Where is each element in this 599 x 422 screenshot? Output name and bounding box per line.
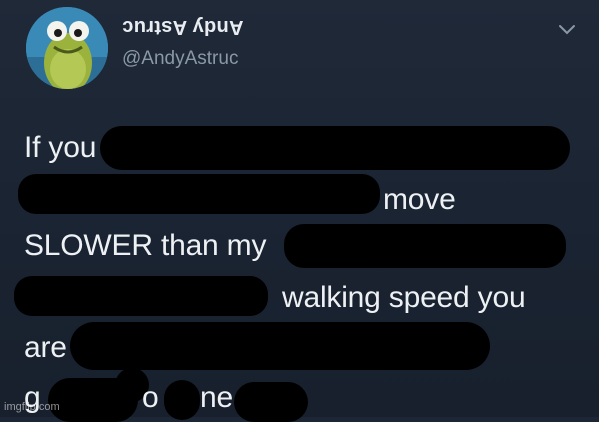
tweet-card: Andy Astruc @AndyAstruc If you move SLOW… <box>0 0 599 422</box>
redaction-block <box>18 174 380 214</box>
tweet-text-line-4: walking speed you <box>282 281 526 314</box>
author-handle[interactable]: @AndyAstruc <box>122 48 238 70</box>
tweet-text-line-3: SLOWER than my <box>24 229 267 262</box>
redaction-block <box>14 276 268 316</box>
tweet-text-line-6-fragment: ne <box>200 381 233 414</box>
redaction-block <box>284 224 566 268</box>
redaction-block <box>70 322 490 370</box>
author-display-name[interactable]: Andy Astruc <box>122 16 243 38</box>
tweet-text-line-2: move <box>383 183 456 216</box>
tweet-text-line-6-fragment: o <box>142 381 159 414</box>
redaction-block <box>164 380 200 420</box>
redaction-block <box>100 126 570 170</box>
author-avatar[interactable] <box>26 7 108 89</box>
watermark: imgflip.com <box>4 401 60 413</box>
frog-avatar-icon <box>26 7 108 89</box>
tweet-text-line-1: If you <box>24 131 97 164</box>
tweet-text-line-5: are <box>24 331 67 364</box>
chevron-down-icon[interactable] <box>558 24 576 36</box>
redaction-block <box>234 382 308 422</box>
